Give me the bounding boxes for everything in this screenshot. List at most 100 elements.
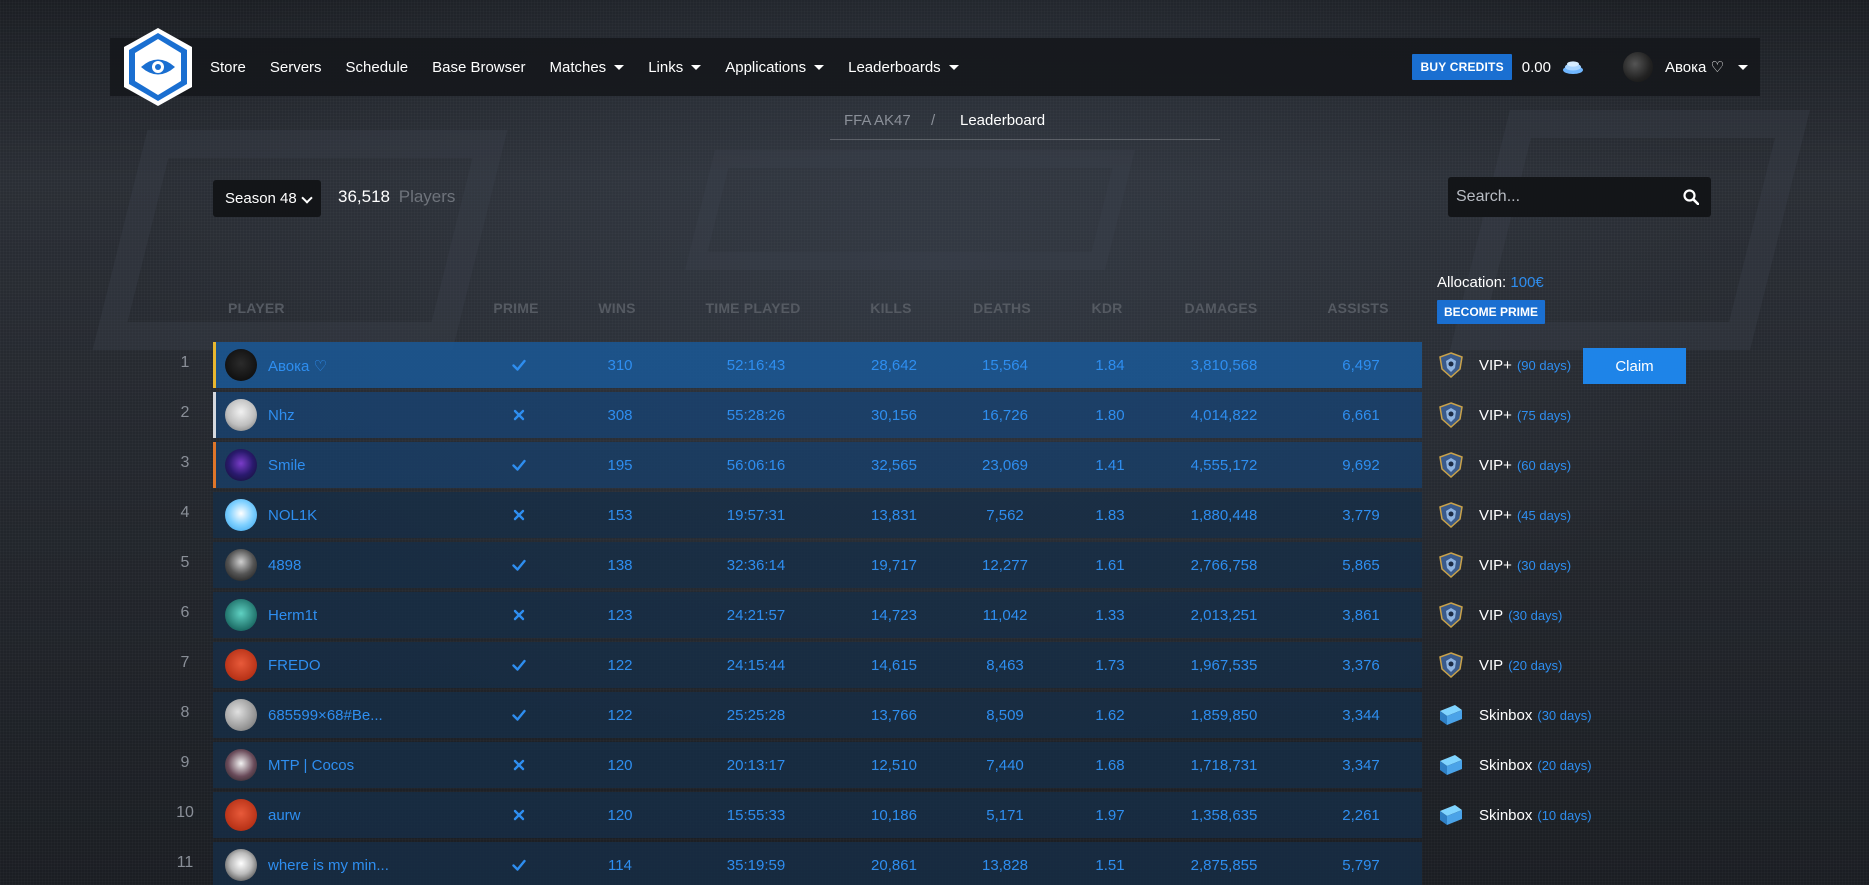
cell-damages: 2,013,251 <box>1190 607 1258 624</box>
nav-item-store[interactable]: Store <box>210 59 246 76</box>
player-name[interactable]: Авока ♡ <box>268 357 327 375</box>
breadcrumb: FFA AK47 / Leaderboard <box>830 112 1220 140</box>
search-icon[interactable] <box>1683 189 1699 205</box>
table-row[interactable]: 4 NOL1K 153 19:57:31 13,831 7,562 1.83 1,880,44… <box>170 492 1430 538</box>
table-row[interactable]: 8 685599×68#Be... 122 25:25:28 13,766 8,509 1.… <box>170 692 1430 738</box>
search-input[interactable] <box>1448 177 1678 217</box>
player-avatar[interactable] <box>225 549 257 581</box>
reward-name: VIP+ <box>1479 356 1512 374</box>
player-name[interactable]: Herm1t <box>268 607 317 624</box>
row-bar: Smile 195 56:06:16 32,565 23,069 1.41 4,555,17… <box>213 442 1422 488</box>
player-count: 36,518 Players <box>338 187 455 207</box>
reward-name: VIP+ <box>1479 456 1512 474</box>
player-name[interactable]: where is my min... <box>268 857 389 874</box>
player-name[interactable]: 685599×68#Be... <box>268 707 383 724</box>
cell-time: 52:16:43 <box>726 357 786 374</box>
player-name[interactable]: MTP | Cocos <box>268 757 354 774</box>
cell-kills: 19,717 <box>871 557 917 574</box>
vip-shield-icon <box>1439 502 1463 529</box>
claim-button[interactable]: Claim <box>1583 348 1686 384</box>
cell-wins: 310 <box>607 357 633 374</box>
nav-item-label: Store <box>210 58 246 76</box>
breadcrumb-separator: / <box>931 112 936 129</box>
rank-number: 5 <box>180 554 190 571</box>
season-select[interactable]: Season 48 <box>213 180 321 217</box>
table-row[interactable]: 2 Nhz 308 55:28:26 30,156 16,726 1.80 4,014,822… <box>170 392 1430 438</box>
check-icon <box>512 359 526 371</box>
player-avatar[interactable] <box>225 699 257 731</box>
reward-item: VIP+ (60 days) <box>1437 442 1687 488</box>
nav-item-leaderboards[interactable]: Leaderboards <box>848 59 959 76</box>
nav-item-links[interactable]: Links <box>648 59 702 76</box>
cell-kdr: 1.51 <box>1095 857 1125 874</box>
player-name[interactable]: NOL1K <box>268 507 317 524</box>
rank-number: 6 <box>180 604 190 621</box>
column-header-player[interactable]: PLAYER <box>228 300 285 316</box>
become-prime-button[interactable]: BECOME PRIME <box>1437 300 1546 324</box>
nav-item-label: Servers <box>269 58 322 76</box>
check-icon <box>512 659 526 671</box>
player-name[interactable]: FREDO <box>268 657 321 674</box>
cell-damages: 1,859,850 <box>1190 707 1258 724</box>
credits-coin-icon <box>1563 61 1583 74</box>
cell-assists: 6,661 <box>1342 407 1380 424</box>
cell-deaths: 7,440 <box>986 757 1024 774</box>
row-bar: NOL1K 153 19:57:31 13,831 7,562 1.83 1,880,448… <box>213 492 1422 538</box>
nav-item-matches[interactable]: Matches <box>549 59 625 76</box>
player-name[interactable]: Smile <box>268 457 306 474</box>
cell-kdr: 1.84 <box>1095 357 1125 374</box>
column-header-kills[interactable]: KILLS <box>870 300 911 316</box>
site-logo-icon[interactable] <box>122 26 194 108</box>
row-bar: FREDO 122 24:15:44 14,615 8,463 1.73 1,967,535… <box>213 642 1422 688</box>
table-row[interactable]: 3 Smile 195 56:06:16 32,565 23,069 1.41 4,555,1… <box>170 442 1430 488</box>
cell-damages: 1,880,448 <box>1190 507 1258 524</box>
chevron-down-icon <box>614 64 625 70</box>
cell-kdr: 1.68 <box>1095 757 1125 774</box>
player-avatar[interactable] <box>225 849 257 881</box>
check-icon <box>512 709 526 721</box>
player-avatar[interactable] <box>225 599 257 631</box>
reward-duration: (45 days) <box>1516 507 1572 523</box>
cell-assists: 5,865 <box>1342 557 1380 574</box>
user-menu[interactable]: Авока ♡ <box>1623 52 1748 82</box>
column-header-damages[interactable]: DAMAGES <box>1185 300 1258 316</box>
cell-deaths: 13,828 <box>982 857 1028 874</box>
table-row[interactable]: 5 4898 138 32:36:14 19,717 12,277 1.61 2,766,75… <box>170 542 1430 588</box>
player-name[interactable]: 4898 <box>268 557 301 574</box>
column-header-kdr[interactable]: KDR <box>1092 300 1123 316</box>
close-icon <box>513 809 525 821</box>
nav-item-applications[interactable]: Applications <box>725 59 825 76</box>
player-avatar[interactable] <box>225 349 257 381</box>
cell-kills: 28,642 <box>871 357 917 374</box>
column-header-time-played[interactable]: TIME PLAYED <box>705 300 800 316</box>
reward-name: VIP+ <box>1479 406 1512 424</box>
player-avatar[interactable] <box>225 799 257 831</box>
column-header-prime[interactable]: PRIME <box>493 300 538 316</box>
player-avatar[interactable] <box>225 399 257 431</box>
column-header-assists[interactable]: ASSISTS <box>1327 300 1388 316</box>
table-row[interactable]: 10 aurw 120 15:55:33 10,186 5,171 1.97 1,358,63… <box>170 792 1430 838</box>
table-row[interactable]: 9 MTP | Cocos 120 20:13:17 12,510 7,440 1.68 1,… <box>170 742 1430 788</box>
player-avatar[interactable] <box>225 499 257 531</box>
nav-item-base-browser[interactable]: Base Browser <box>432 59 525 76</box>
player-avatar[interactable] <box>225 749 257 781</box>
table-row[interactable]: 6 Herm1t 123 24:21:57 14,723 11,042 1.33 2,013,… <box>170 592 1430 638</box>
breadcrumb-current: Leaderboard <box>960 112 1046 129</box>
player-name[interactable]: aurw <box>268 807 301 824</box>
breadcrumb-parent[interactable]: FFA AK47 <box>844 112 911 129</box>
check-icon <box>512 859 526 871</box>
table-row[interactable]: 1 Авока ♡ 310 52:16:43 28,642 15,564 1.84 3,810… <box>170 342 1430 388</box>
cell-assists: 3,779 <box>1342 507 1380 524</box>
cell-wins: 120 <box>607 757 633 774</box>
nav-item-schedule[interactable]: Schedule <box>346 59 409 76</box>
column-header-wins[interactable]: WINS <box>598 300 635 316</box>
table-row[interactable]: 11 where is my min... 114 35:19:59 20,861 13,… <box>170 842 1430 885</box>
player-avatar[interactable] <box>225 649 257 681</box>
rank-number: 9 <box>180 754 190 771</box>
player-avatar[interactable] <box>225 449 257 481</box>
player-name[interactable]: Nhz <box>268 407 295 424</box>
column-header-deaths[interactable]: DEATHS <box>973 300 1031 316</box>
table-row[interactable]: 7 FREDO 122 24:15:44 14,615 8,463 1.73 1,967,53… <box>170 642 1430 688</box>
buy-credits-button[interactable]: BUY CREDITS <box>1412 54 1512 80</box>
nav-item-servers[interactable]: Servers <box>270 59 322 76</box>
